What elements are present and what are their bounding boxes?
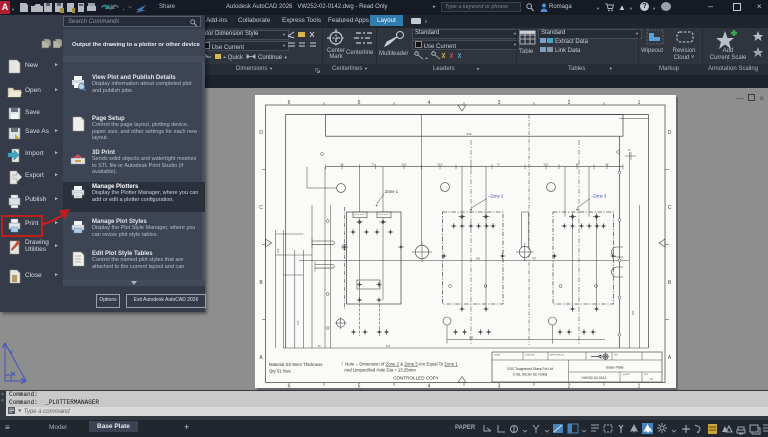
svg-text:VW252-02-0142: VW252-02-0142	[582, 376, 607, 380]
svg-text:6: 6	[288, 384, 291, 389]
svg-text:1: 1	[638, 384, 641, 389]
svg-text:Material SS 8mm Thickness: Material SS 8mm Thickness	[269, 362, 322, 367]
svg-text:CHECKED: CHECKED	[525, 355, 535, 357]
svg-text:CONTROLLED COPY: CONTROLLED COPY	[393, 376, 439, 381]
svg-text:6: 6	[288, 100, 291, 106]
svg-text:57.5: 57.5	[543, 162, 549, 166]
svg-text:98: 98	[341, 162, 344, 166]
svg-text:57.5: 57.5	[401, 162, 407, 166]
svg-text:4: 4	[428, 100, 431, 106]
svg-text:16: 16	[628, 149, 631, 152]
svg-text:Zone 1: Zone 1	[385, 189, 399, 194]
svg-text:–Zone 2: –Zone 2	[488, 194, 504, 199]
svg-text:！Note :- Dimension of Zone 2: ！Note :- Dimension of Zone 2 & Zone 3 Ar…	[341, 362, 458, 367]
svg-text:40: 40	[318, 344, 321, 348]
svg-text:REV: REV	[614, 355, 619, 357]
svg-text:A: A	[668, 355, 672, 361]
svg-text:C: C	[668, 205, 672, 211]
svg-text:GSC Toughened Glass Pvt Ltd: GSC Toughened Glass Pvt Ltd	[507, 367, 553, 371]
svg-text:SCALE: SCALE	[623, 373, 630, 376]
svg-text:345: 345	[469, 336, 474, 340]
svg-text:APPROVED BY: APPROVED BY	[550, 354, 565, 357]
svg-text:C: C	[259, 205, 263, 211]
svg-text:105: 105	[276, 248, 280, 253]
svg-text:Y: Y	[9, 350, 14, 357]
svg-text:–Zone 3: –Zone 3	[591, 194, 607, 199]
svg-text:B: B	[259, 280, 263, 286]
svg-text:B: B	[668, 280, 672, 286]
svg-text:70: 70	[497, 162, 500, 166]
svg-text:4: 4	[428, 384, 431, 389]
svg-text:3: 3	[498, 100, 501, 106]
svg-text:D: D	[259, 130, 263, 136]
svg-text:Qty 01 Nos.: Qty 01 Nos.	[269, 369, 292, 374]
svg-text:98: 98	[606, 162, 609, 166]
svg-text:A: A	[259, 355, 263, 361]
svg-text:C-66, Sector 63, Noida: C-66, Sector 63, Noida	[513, 373, 548, 377]
svg-text:70: 70	[372, 162, 375, 166]
svg-text:Base Plate: Base Plate	[606, 366, 623, 370]
svg-text:And Unspecified Hole Dia = 13.: And Unspecified Hole Dia = 13.25mm	[344, 368, 416, 373]
svg-text:DRWN: DRWN	[494, 355, 501, 357]
svg-text:350: 350	[631, 310, 635, 315]
svg-text:2: 2	[568, 100, 571, 106]
svg-text:5: 5	[358, 100, 361, 106]
svg-text:57.5: 57.5	[437, 162, 443, 166]
svg-text:SHT: SHT	[644, 374, 649, 376]
svg-text:375: 375	[296, 320, 300, 325]
svg-text:945: 945	[466, 132, 471, 136]
svg-text:70: 70	[576, 162, 579, 166]
svg-text:2: 2	[568, 384, 571, 389]
svg-text:D: D	[668, 130, 672, 136]
svg-text:5: 5	[358, 384, 361, 389]
svg-text:640: 640	[476, 257, 481, 261]
svg-text:1: 1	[638, 100, 641, 106]
svg-text:440: 440	[386, 344, 391, 348]
svg-text:01: 01	[650, 377, 653, 381]
svg-text:3: 3	[498, 384, 501, 389]
svg-text:787: 787	[532, 257, 537, 261]
